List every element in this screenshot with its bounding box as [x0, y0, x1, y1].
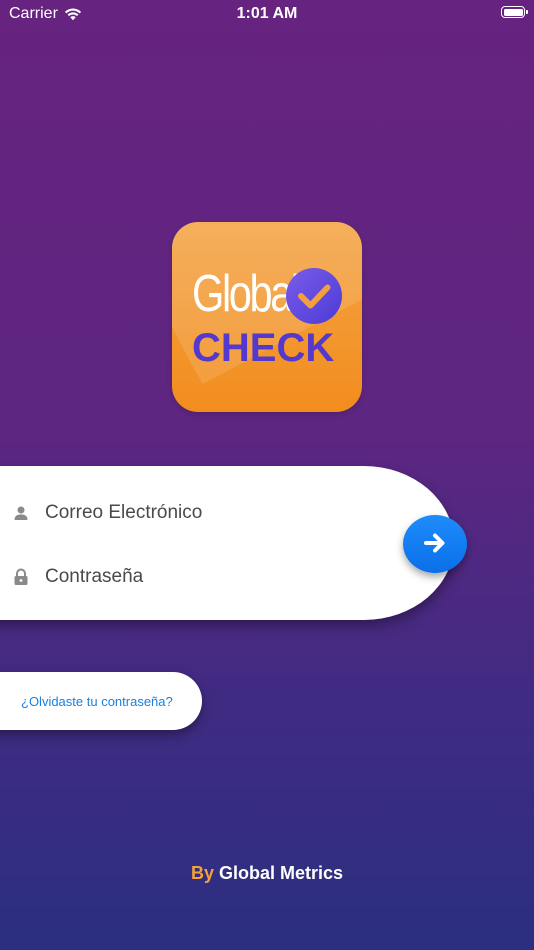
user-icon — [12, 504, 30, 522]
login-card — [0, 466, 454, 620]
battery-level-fill — [503, 8, 523, 16]
footer-credit: By Global Metrics — [0, 863, 534, 884]
logo-word-check: CHECK — [192, 326, 335, 370]
arrow-right-icon — [423, 532, 447, 557]
email-input[interactable] — [45, 502, 335, 524]
login-submit-button[interactable] — [403, 515, 467, 573]
password-input[interactable] — [45, 566, 335, 588]
email-field — [0, 493, 340, 533]
forgot-password-button[interactable]: ¿Olvidaste tu contraseña? — [0, 672, 202, 730]
login-screen: Carrier 1:01 AM Global CHECK Correo Elec… — [0, 0, 534, 950]
app-logo: Global CHECK — [172, 222, 362, 412]
status-bar: Carrier 1:01 AM — [0, 0, 534, 30]
logo-word-global: Global — [192, 265, 300, 323]
battery-icon — [501, 6, 528, 18]
lock-icon — [12, 568, 30, 586]
status-time: 1:01 AM — [236, 5, 298, 22]
footer-by: By — [190, 863, 214, 883]
footer-company: Global Metrics — [219, 863, 344, 883]
check-badge-icon — [286, 268, 342, 324]
password-field — [0, 557, 340, 597]
